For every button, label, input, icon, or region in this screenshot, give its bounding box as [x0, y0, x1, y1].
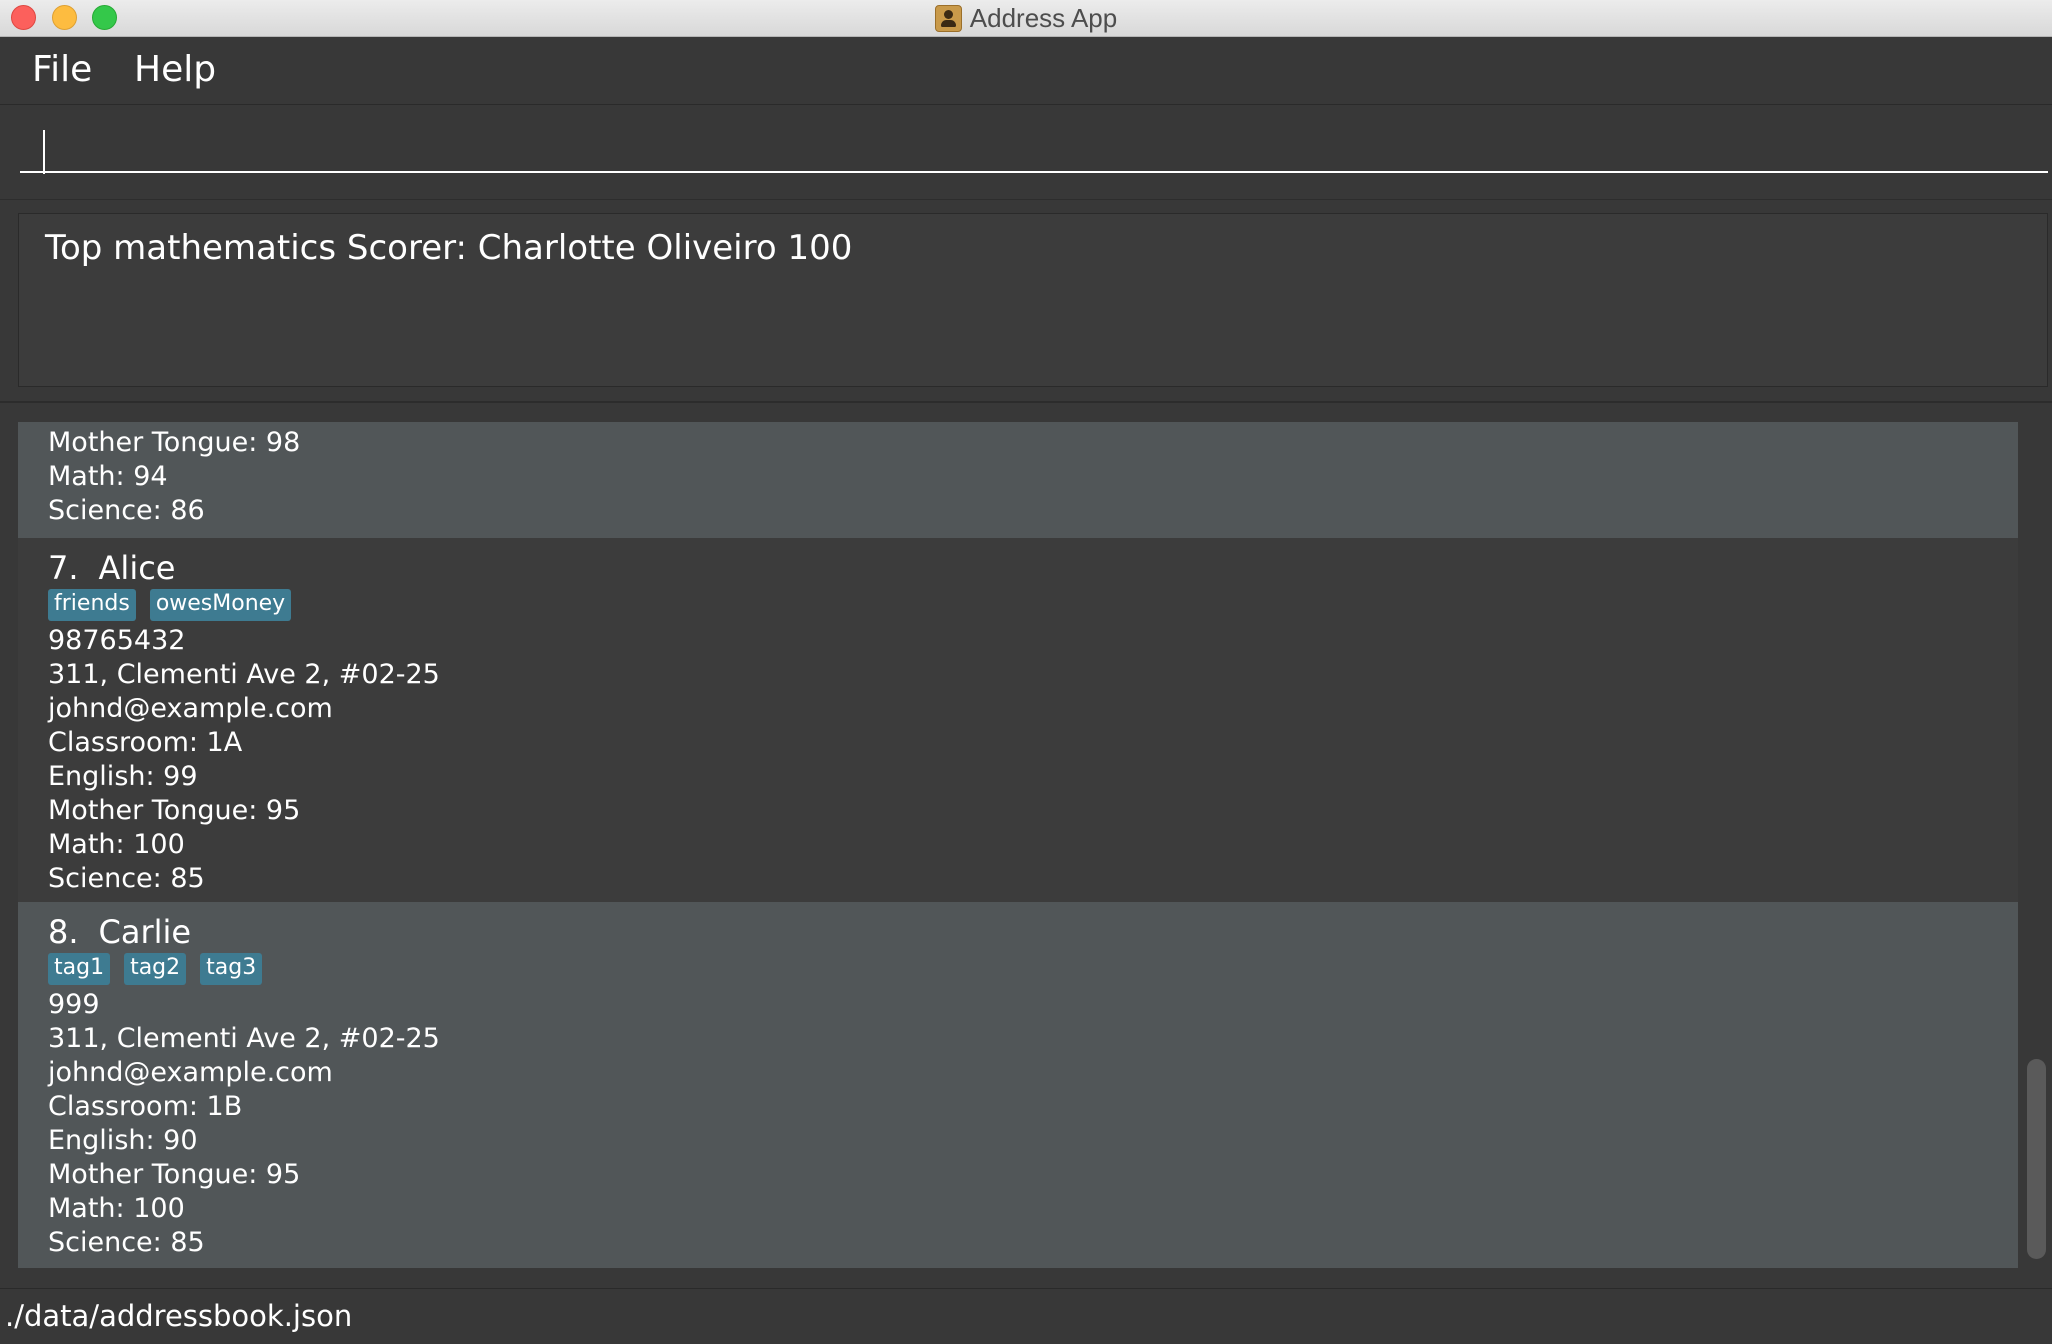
- menu-help[interactable]: Help: [126, 49, 224, 90]
- tag-badge: owesMoney: [149, 589, 292, 621]
- person-email: johnd@example.com: [48, 1057, 333, 1088]
- person-math: Math: 100: [48, 829, 185, 860]
- text-caret: [43, 130, 45, 174]
- person-science: Science: 85: [48, 1227, 205, 1258]
- command-box: [0, 105, 2052, 200]
- menu-file[interactable]: File: [24, 49, 100, 90]
- result-display: Top mathematics Scorer: Charlotte Olivei…: [18, 213, 2048, 387]
- person-card[interactable]: 8. Carlie tag1 tag2 tag3 999 311, Clemen…: [18, 902, 2018, 1268]
- person-tags: tag1 tag2 tag3: [48, 953, 2018, 985]
- save-location: ./data/addressbook.json: [5, 1299, 353, 1333]
- person-phone: 98765432: [48, 625, 186, 656]
- person-index: 7.: [48, 549, 79, 587]
- person-name: Carlie: [98, 913, 192, 951]
- person-tags: friends owesMoney: [48, 589, 2018, 621]
- person-classroom: Classroom: 1A: [48, 727, 243, 758]
- person-list[interactable]: Mother Tongue: 98 Math: 94 Science: 86 7…: [0, 404, 2052, 1288]
- person-address: 311, Clementi Ave 2, #02-25: [48, 1023, 440, 1054]
- person-address: 311, Clementi Ave 2, #02-25: [48, 659, 440, 690]
- person-science: Science: 86: [48, 495, 205, 526]
- result-text: Top mathematics Scorer: Charlotte Olivei…: [45, 228, 853, 268]
- person-english: English: 99: [48, 761, 198, 792]
- window-title: Address App: [969, 2, 1118, 33]
- person-name: Alice: [98, 549, 176, 587]
- person-mother-tongue: Mother Tongue: 95: [48, 795, 301, 826]
- person-phone: 999: [48, 989, 100, 1020]
- person-mother-tongue: Mother Tongue: 95: [48, 1159, 301, 1190]
- person-email: johnd@example.com: [48, 693, 333, 724]
- person-math: Math: 100: [48, 1193, 185, 1224]
- person-name-row: 8. Carlie: [48, 912, 2018, 952]
- result-display-panel: Top mathematics Scorer: Charlotte Olivei…: [0, 200, 2052, 403]
- title-bar: Address App: [0, 0, 2052, 37]
- person-science: Science: 85: [48, 863, 205, 894]
- status-bar: ./data/addressbook.json: [0, 1288, 2052, 1344]
- command-input[interactable]: [20, 118, 2048, 173]
- scrollbar-thumb[interactable]: [2027, 1059, 2046, 1259]
- tag-badge: friends: [48, 589, 136, 621]
- person-english: English: 90: [48, 1125, 198, 1156]
- person-mother-tongue: Mother Tongue: 98: [48, 427, 301, 458]
- person-name-row: 7. Alice: [48, 548, 2018, 588]
- person-index: 8.: [48, 913, 79, 951]
- address-book-icon: [934, 4, 962, 32]
- tag-badge: tag2: [124, 953, 187, 985]
- list-scrollbar[interactable]: [2023, 404, 2052, 1270]
- menu-bar: File Help: [0, 37, 2052, 105]
- tag-badge: tag3: [200, 953, 263, 985]
- tag-badge: tag1: [48, 953, 111, 985]
- person-classroom: Classroom: 1B: [48, 1091, 243, 1122]
- person-card[interactable]: 7. Alice friends owesMoney 98765432 311,…: [18, 538, 2018, 902]
- person-math: Math: 94: [48, 461, 168, 492]
- person-card[interactable]: Mother Tongue: 98 Math: 94 Science: 86: [18, 422, 2018, 538]
